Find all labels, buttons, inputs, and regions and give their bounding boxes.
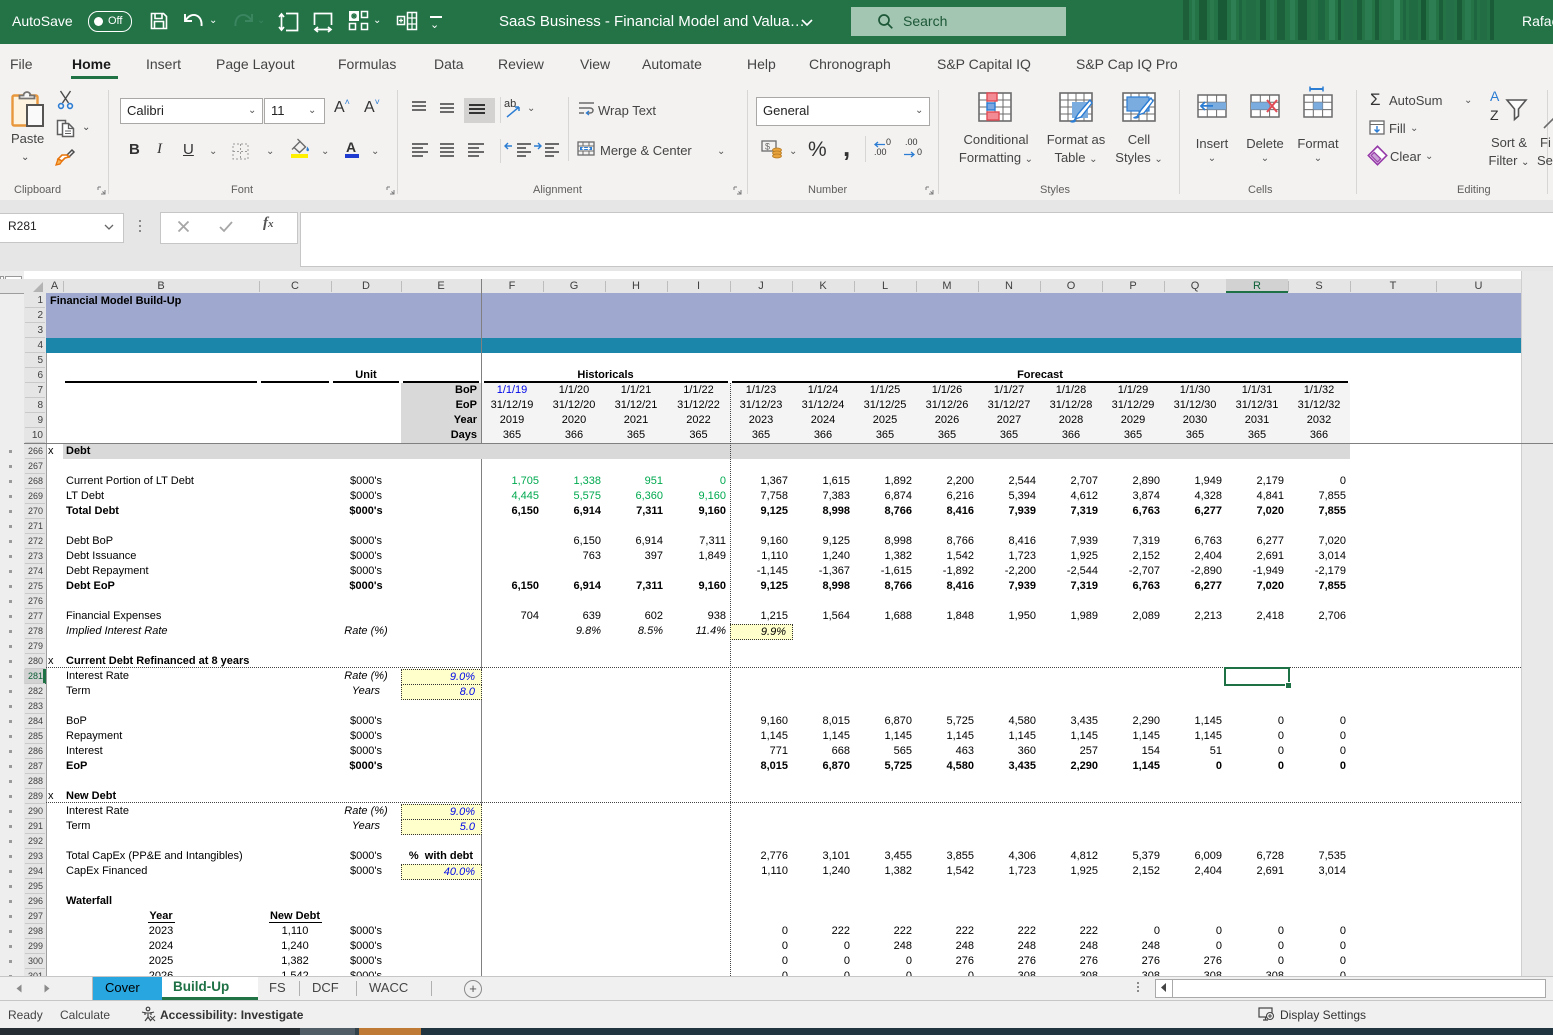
svg-text:$: $ [765,142,770,152]
